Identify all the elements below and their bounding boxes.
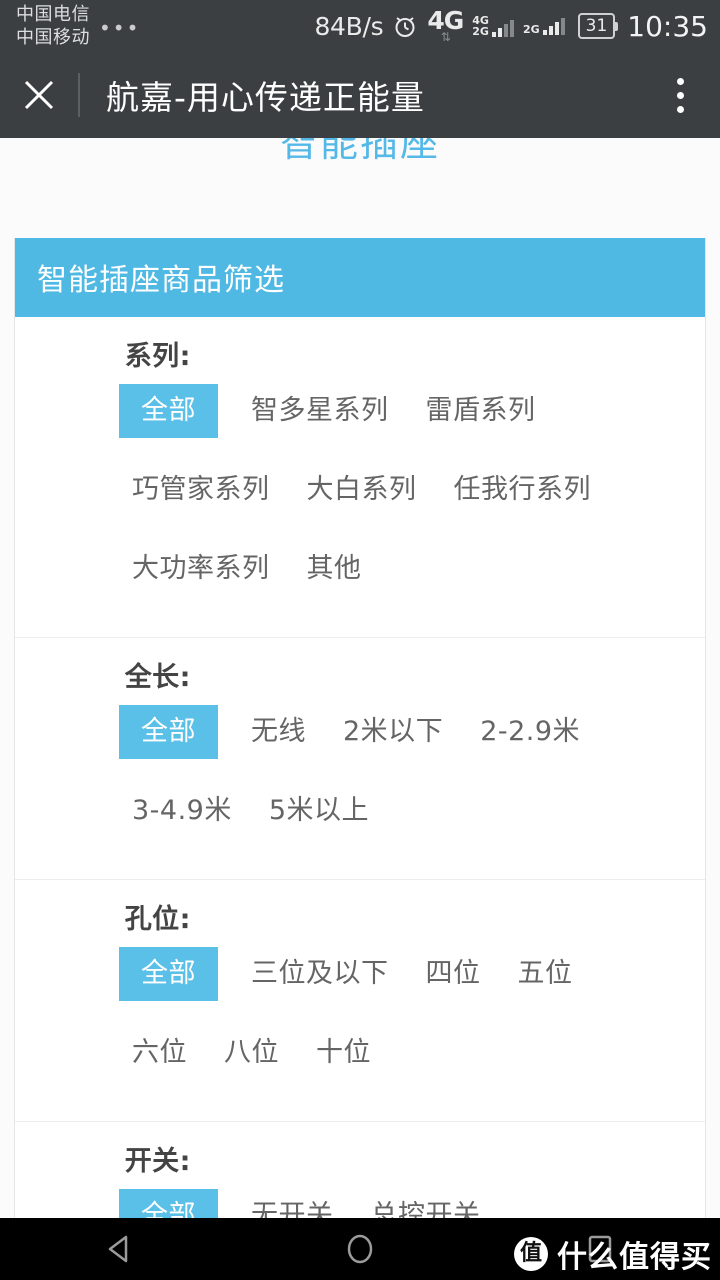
carrier-secondary: 中国移动 [16, 27, 90, 48]
filter-option[interactable]: 八位 [211, 1026, 292, 1080]
status-bar-clock: 10:35 [627, 9, 708, 43]
watermark: 值 什么值得买 [514, 1232, 712, 1276]
filter-option[interactable]: 2-2.9米 [467, 705, 593, 759]
filter-option-selected[interactable]: 全部 [119, 705, 218, 759]
sim3-network-label: 2G [522, 22, 540, 36]
filter-card-header: 智能插座商品筛选 [15, 238, 705, 317]
more-vertical-icon-dot1 [676, 77, 684, 85]
more-vertical-icon-dot2 [676, 91, 684, 99]
filter-rows: 系列: 全部 智多星系列 雷盾系列 巧管家系列 大白系列 任我行系列 大功率系列 其他 全长: 全部… [15, 317, 705, 1218]
filter-option-group: 全部 无线 2米以下 2-2.9米 3-4.9米 5米以上 [113, 705, 639, 863]
data-transfer-arrows-icon: ⇅ [440, 30, 451, 44]
page-title: 航嘉-用心传递正能量 [106, 78, 425, 117]
filter-option[interactable]: 无线 [238, 705, 319, 759]
status-bar: 中国电信 中国移动 ••• 84B/s 4G ⇅ 4G 2G 2G 31 10:… [0, 0, 720, 52]
more-options-button[interactable] [640, 52, 720, 138]
nav-back-button[interactable] [0, 1232, 240, 1266]
sim1-network-indicator: 4G ⇅ [427, 6, 464, 44]
watermark-text: 什么值得买 [557, 1240, 712, 1275]
filter-option-group: 全部 智多星系列 雷盾系列巧管家系列 大白系列 任我行系列大功率系列 其他 [113, 384, 639, 621]
home-circle-icon [343, 1232, 377, 1266]
sim3-network-labels: 2G [523, 24, 540, 35]
sim3-signal-bars-icon [542, 17, 565, 35]
filter-row: 开关: 全部无开关总控开关分控开关 [15, 1121, 705, 1218]
filter-option[interactable]: 大白系列 [294, 463, 430, 517]
filter-option-group: 全部无开关总控开关分控开关 [113, 1189, 639, 1218]
sim3-signal-indicator: 2G [523, 17, 565, 35]
sim2-network-labels: 4G 2G [472, 15, 489, 37]
section-heading: 智能插座 [279, 138, 440, 165]
phone-screen: 中国电信 中国移动 ••• 84B/s 4G ⇅ 4G 2G 2G 31 10:… [0, 0, 720, 1280]
filter-row-label: 系列: [124, 341, 191, 372]
filter-option[interactable]: 雷盾系列 [413, 384, 549, 438]
filter-option[interactable]: 四位 [413, 947, 494, 1001]
title-divider [78, 73, 80, 117]
web-page-content: 智能插座 智能插座商品筛选 系列: 全部 智多星系列 雷盾系列 巧管家系列 大白系列 任我行… [0, 138, 720, 1218]
filter-option[interactable]: 五位 [505, 947, 586, 1001]
sim2-network-bottom: 2G [472, 25, 489, 38]
smzdm-logo-icon: 值 [514, 1237, 548, 1271]
carrier-names: 中国电信 中国移动 [16, 3, 90, 49]
filter-option[interactable]: 其他 [294, 542, 375, 596]
filter-option-selected[interactable]: 全部 [119, 1189, 218, 1218]
filter-card: 智能插座商品筛选 系列: 全部 智多星系列 雷盾系列 巧管家系列 大白系列 任我行系列 大功率… [14, 238, 706, 1218]
filter-option[interactable]: 六位 [119, 1026, 200, 1080]
filter-option[interactable]: 巧管家系列 [119, 463, 283, 517]
filter-row: 系列: 全部 智多星系列 雷盾系列巧管家系列 大白系列 任我行系列大功率系列 其他 [15, 317, 705, 637]
close-button[interactable] [0, 52, 78, 138]
filter-row-inner: 系列: 全部 智多星系列 雷盾系列巧管家系列 大白系列 任我行系列大功率系列 其他 [15, 330, 705, 621]
filter-option[interactable]: 任我行系列 [441, 463, 605, 517]
filter-row: 全长: 全部 无线 2米以下 2-2.9米 3-4.9米 5米以上 [15, 637, 705, 879]
filter-option-selected[interactable]: 全部 [119, 947, 218, 1001]
carrier-primary: 中国电信 [16, 4, 90, 25]
filter-row-label: 开关: [124, 1146, 191, 1177]
nav-home-button[interactable] [240, 1232, 480, 1266]
alarm-clock-icon [392, 13, 418, 39]
filter-option[interactable]: 2米以下 [330, 705, 456, 759]
network-speed-text: 84B/s [314, 11, 384, 41]
filter-option[interactable]: 无开关 [238, 1189, 347, 1218]
filter-row-inner: 开关: 全部无开关总控开关分控开关 [15, 1135, 705, 1218]
status-icons: 84B/s 4G ⇅ 4G 2G 2G 31 10:35 [314, 6, 708, 44]
filter-row-label: 孔位: [124, 904, 191, 935]
filter-row: 孔位: 全部 三位及以下 四位 五位六位 八位 十位 [15, 879, 705, 1121]
filter-option[interactable]: 大功率系列 [119, 542, 283, 596]
sim2-signal-indicator: 4G 2G [472, 15, 514, 37]
filter-row-inner: 孔位: 全部 三位及以下 四位 五位六位 八位 十位 [15, 893, 705, 1105]
sim1-network-label: 4G [427, 6, 464, 35]
battery-indicator: 31 [577, 13, 618, 39]
filter-option[interactable]: 3-4.9米 [119, 784, 245, 838]
back-triangle-icon [103, 1232, 137, 1266]
app-title-bar: 航嘉-用心传递正能量 [0, 52, 720, 138]
filter-option[interactable]: 十位 [303, 1026, 384, 1080]
filter-option[interactable]: 三位及以下 [238, 947, 402, 1001]
filter-row-inner: 全长: 全部 无线 2米以下 2-2.9米 3-4.9米 5米以上 [15, 651, 705, 863]
filter-option-group: 全部 三位及以下 四位 五位六位 八位 十位 [113, 947, 639, 1105]
more-vertical-icon-dot3 [676, 105, 684, 113]
filter-option-selected[interactable]: 全部 [119, 384, 218, 438]
filter-option[interactable]: 总控开关 [358, 1189, 494, 1218]
filter-row-label: 全长: [124, 662, 191, 693]
carrier-more-icon: ••• [99, 16, 141, 40]
filter-option[interactable]: 5米以上 [256, 784, 382, 838]
close-icon [19, 75, 59, 115]
filter-option[interactable]: 智多星系列 [238, 384, 402, 438]
battery-level-text: 31 [585, 16, 608, 36]
sim2-signal-bars-icon [491, 20, 514, 37]
